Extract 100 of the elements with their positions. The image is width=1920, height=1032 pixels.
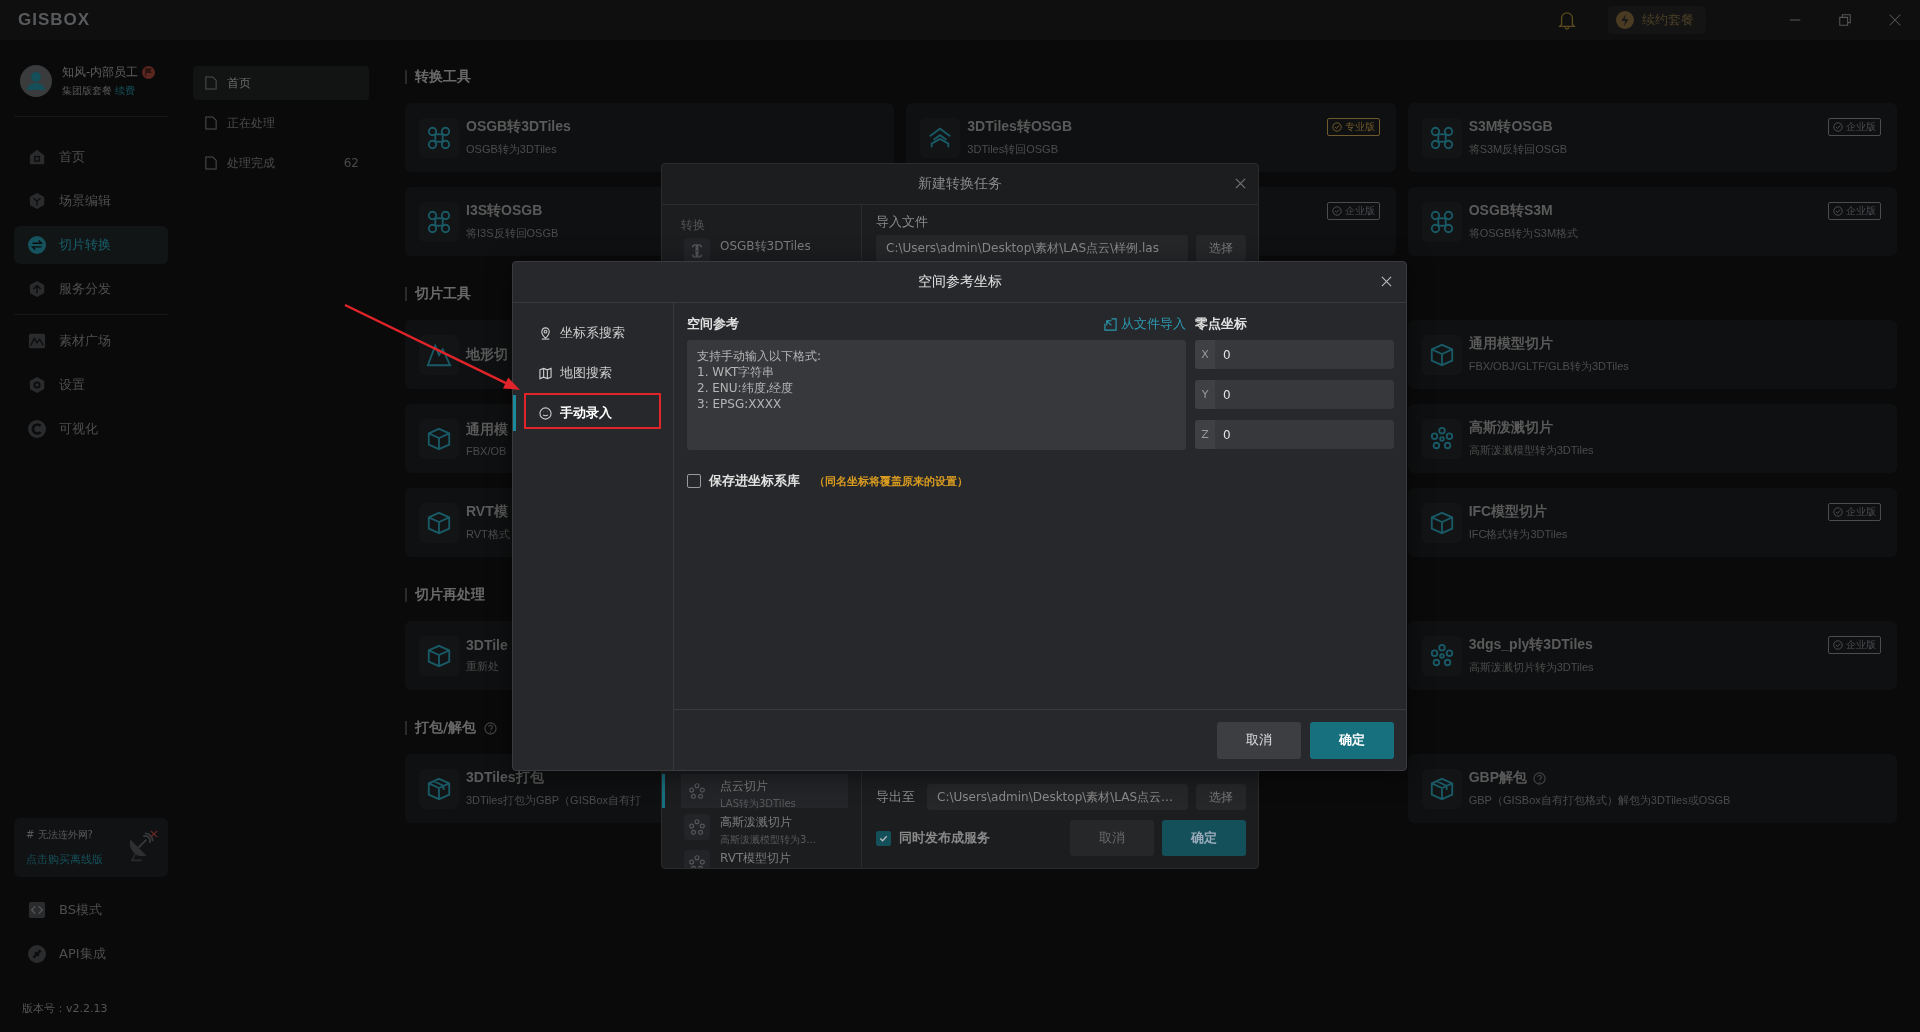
card-title: 3dgs_ply转3DTiles <box>1468 636 1593 654</box>
export-path-field[interactable]: C:\Users\admin\Desktop\素材\LAS点云… <box>927 784 1188 810</box>
buy-offline-link[interactable]: 点击购买离线版 <box>26 852 156 867</box>
reference-field[interactable]: 支持手动输入以下格式: 1. WKT字符串 2. ENU:纬度,经度 3: EPSG:XXXX <box>687 340 1186 450</box>
code-icon <box>28 901 46 919</box>
settings-icon <box>28 376 46 394</box>
bell-icon[interactable] <box>1558 10 1576 30</box>
cancel-button[interactable]: 取消 <box>1217 721 1301 759</box>
nav-item[interactable]: 场景编辑 <box>14 182 168 220</box>
box-icon <box>1428 775 1455 802</box>
cube-icon <box>28 192 46 210</box>
import-path-field[interactable]: C:\Users\admin\Desktop\素材\LAS点云\样例.las <box>876 235 1188 261</box>
location-pin-icon <box>539 326 552 340</box>
card-title: 通用模型切片 <box>1468 335 1553 353</box>
card-title: 3DTiles转OSGB <box>967 118 1073 136</box>
avatar-icon[interactable] <box>20 65 52 97</box>
help-icon[interactable] <box>1533 771 1546 785</box>
cube-icon <box>426 642 452 669</box>
section-title: 切片工具 <box>415 285 471 303</box>
plan-text: 集团版套餐 续费 <box>62 84 137 98</box>
lightning-icon <box>1616 11 1634 29</box>
dots-icon <box>689 855 705 868</box>
import-from-file-link[interactable]: 从文件导入 <box>1104 315 1186 333</box>
dots-icon <box>1428 425 1455 452</box>
subnav-item[interactable]: 首页 <box>193 66 369 100</box>
card-title: OSGB转3DTiles <box>466 118 571 136</box>
document-icon <box>205 76 217 90</box>
dots-icon <box>689 819 705 835</box>
user-name: 知风-内部员工 <box>62 64 139 81</box>
card-title: IFC模型切片 <box>1468 503 1548 521</box>
section-title: 转换工具 <box>415 68 471 86</box>
card-title: RVT模 <box>466 503 508 521</box>
dots-icon <box>1428 642 1455 669</box>
method-tab[interactable]: 坐标系搜索 <box>513 315 673 351</box>
nav-item[interactable]: 首页 <box>14 138 168 176</box>
document-icon <box>205 116 217 130</box>
save-label: 保存进坐标系库 <box>709 472 800 490</box>
method-tab[interactable]: 地图搜索 <box>513 355 673 391</box>
close-icon[interactable] <box>1235 178 1246 189</box>
card-title: 3DTiles打包 <box>466 769 544 787</box>
nav-item[interactable]: 切片转换 <box>14 226 168 264</box>
restore-icon[interactable] <box>1838 13 1852 27</box>
card-title: S3M转OSGB <box>1468 118 1553 136</box>
method-tab[interactable]: 手动录入 <box>513 395 673 431</box>
dots-icon <box>689 783 705 799</box>
dialog-title: 新建转换任务 <box>918 175 1002 193</box>
swap-icon <box>28 236 46 254</box>
overwrite-note: （同名坐标将覆盖原来的设置） <box>814 473 968 489</box>
choose-button[interactable]: 选择 <box>1196 235 1246 261</box>
confirm-button[interactable]: 确定 <box>1310 721 1394 759</box>
tool-list-item[interactable]: RVT模型切片 <box>662 846 861 868</box>
coordinate-field[interactable]: 0 <box>1215 380 1394 409</box>
cube-icon <box>1428 341 1455 368</box>
card-description: 将I3S反转回OSGB <box>466 226 559 241</box>
smile-icon <box>539 406 552 420</box>
subnav-item[interactable]: 处理完成 62 <box>193 146 369 180</box>
origin-label: 零点坐标 <box>1195 315 1248 333</box>
nav-item[interactable]: 设置 <box>14 366 168 404</box>
mountain-icon <box>426 341 452 368</box>
publish-checkbox[interactable] <box>876 830 891 846</box>
nav-item[interactable]: 服务分发 <box>14 270 168 308</box>
card-description: FBX/OB <box>466 444 508 457</box>
card-title: 3DTile <box>466 637 508 653</box>
save-checkbox[interactable] <box>687 474 701 488</box>
nav-item[interactable]: BS模式 <box>14 891 168 929</box>
choose-button[interactable]: 选择 <box>1196 784 1246 810</box>
card-title: 高斯泼溅切片 <box>1468 419 1553 437</box>
reference-label: 空间参考 <box>687 315 739 333</box>
cube-icon <box>426 425 452 452</box>
cube-icon <box>426 509 452 536</box>
ring-icon <box>28 420 46 438</box>
nav-item[interactable]: 素材广场 <box>14 322 168 360</box>
close-icon[interactable] <box>1381 276 1392 287</box>
document-icon <box>205 156 217 170</box>
cube-icon <box>1428 509 1455 536</box>
card-title: GBP解包 <box>1468 769 1527 787</box>
publish-label: 同时发布成服务 <box>899 829 990 847</box>
card-title: OSGB转S3M <box>1468 202 1553 220</box>
plug-icon <box>28 945 46 963</box>
coordinate-field[interactable]: 0 <box>1215 420 1394 449</box>
dialog-title: 空间参考坐标 <box>917 273 1002 291</box>
renew-link[interactable]: 续费 <box>115 85 136 96</box>
help-icon[interactable] <box>484 721 498 735</box>
app-logo: GISBOX <box>18 10 91 30</box>
import-icon <box>1104 317 1117 331</box>
card-title: I3S转OSGB <box>466 202 543 220</box>
version-label: 版本号：v2.2.13 <box>21 1001 109 1016</box>
card-title: 通用模 <box>466 420 508 439</box>
box-icon <box>426 775 452 802</box>
cancel-button[interactable]: 取消 <box>1070 820 1154 856</box>
section-title: 打包/解包 <box>415 719 477 737</box>
axis-label: Z <box>1195 420 1215 449</box>
nav-item[interactable]: 可视化 <box>14 410 168 448</box>
edition-badge: 专业版 <box>1326 118 1380 136</box>
axis-label: Y <box>1195 380 1215 409</box>
nav-item[interactable]: API集成 <box>14 935 168 973</box>
coordinate-field[interactable]: 0 <box>1215 340 1394 369</box>
confirm-button[interactable]: 确定 <box>1162 820 1246 856</box>
section-title: 切片再处理 <box>415 586 485 604</box>
card-title: 地形切 <box>466 345 508 364</box>
